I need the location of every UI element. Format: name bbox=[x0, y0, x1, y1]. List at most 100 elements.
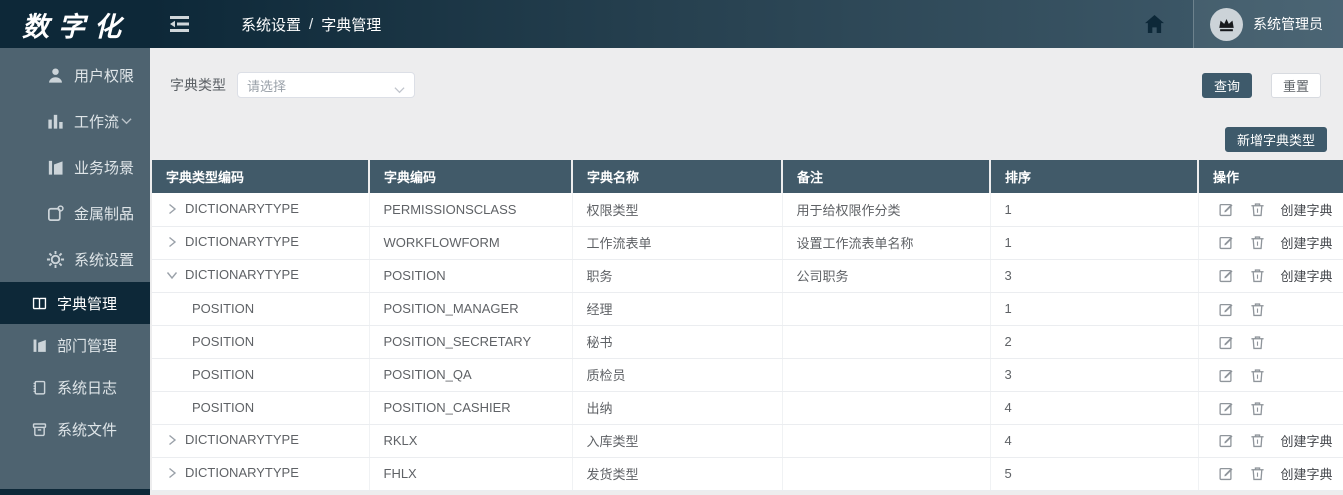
edit-icon[interactable] bbox=[1219, 433, 1234, 448]
cell-dict-name: 权限类型 bbox=[572, 193, 783, 227]
delete-icon[interactable] bbox=[1250, 235, 1265, 250]
breadcrumb-current[interactable]: 字典管理 bbox=[321, 14, 381, 35]
cell-remark bbox=[782, 325, 991, 359]
cell-dict-code: POSITION_QA bbox=[369, 358, 573, 392]
table-row: DICTIONARYTYPE PERMISSIONSCLASS 权限类型 用于给… bbox=[152, 193, 1343, 227]
table-toolbar: 新增字典类型 bbox=[150, 127, 1327, 152]
cell-type-code: POSITION bbox=[152, 391, 370, 425]
col-header-actions: 操作 bbox=[1198, 160, 1343, 193]
create-dict-link[interactable]: 创建字典 bbox=[1281, 269, 1333, 284]
cell-sort: 1 bbox=[990, 193, 1199, 227]
table-header-row: 字典类型编码 字典编码 字典名称 备注 排序 操作 bbox=[152, 160, 1343, 193]
col-header-remark: 备注 bbox=[782, 160, 991, 193]
home-icon[interactable] bbox=[1145, 15, 1164, 33]
edit-icon[interactable] bbox=[1219, 401, 1234, 416]
cell-sort: 3 bbox=[990, 358, 1199, 392]
cell-remark bbox=[782, 457, 991, 491]
cell-sort: 4 bbox=[990, 391, 1199, 425]
breadcrumb-parent[interactable]: 系统设置 bbox=[241, 14, 301, 35]
cell-dict-code: WORKFLOWFORM bbox=[369, 226, 573, 260]
delete-icon[interactable] bbox=[1250, 368, 1265, 383]
create-dict-link[interactable]: 创建字典 bbox=[1281, 236, 1333, 251]
cell-dict-code: PERMISSIONSCLASS bbox=[369, 193, 573, 227]
cell-type-code: DICTIONARYTYPE bbox=[185, 201, 299, 216]
delete-icon[interactable] bbox=[1250, 268, 1265, 283]
expand-arrow-icon[interactable] bbox=[166, 467, 178, 479]
settings-gear-icon bbox=[46, 250, 65, 269]
collapse-arrow-icon[interactable] bbox=[166, 269, 178, 281]
cell-sort: 1 bbox=[990, 226, 1199, 260]
cell-dict-name: 入库类型 bbox=[572, 424, 783, 458]
delete-icon[interactable] bbox=[1250, 302, 1265, 317]
reset-button[interactable]: 重置 bbox=[1270, 72, 1321, 98]
edit-icon[interactable] bbox=[1219, 268, 1234, 283]
collapse-menu-icon[interactable] bbox=[170, 16, 189, 32]
create-dict-link[interactable]: 创建字典 bbox=[1281, 203, 1333, 218]
dict-type-select[interactable]: 请选择 bbox=[237, 72, 415, 98]
chevron-down-icon bbox=[121, 209, 132, 217]
delete-icon[interactable] bbox=[1250, 401, 1265, 416]
sidebar-subitem-system-files[interactable]: 系统文件 bbox=[0, 408, 150, 450]
sidebar-subitem-label: 部门管理 bbox=[57, 337, 118, 355]
user-icon bbox=[46, 66, 65, 85]
expand-arrow-icon[interactable] bbox=[166, 236, 178, 248]
sidebar-item-business-scene[interactable]: 业务场景 bbox=[0, 144, 150, 190]
system-log-icon bbox=[31, 379, 48, 396]
sidebar-item-system-settings[interactable]: 系统设置 bbox=[0, 236, 150, 282]
username: 系统管理员 bbox=[1253, 16, 1323, 32]
create-dict-link[interactable]: 创建字典 bbox=[1281, 467, 1333, 482]
cell-dict-name: 秘书 bbox=[572, 325, 783, 359]
filter-bar: 字典类型 请选择 查询 重置 bbox=[170, 72, 1321, 98]
delete-icon[interactable] bbox=[1250, 433, 1265, 448]
workflow-icon bbox=[46, 112, 65, 131]
delete-icon[interactable] bbox=[1250, 202, 1265, 217]
cell-remark bbox=[782, 292, 991, 326]
chevron-down-icon bbox=[121, 117, 132, 125]
cell-dict-code: POSITION_SECRETARY bbox=[369, 325, 573, 359]
sidebar-subitem-label: 字典管理 bbox=[57, 295, 118, 313]
cell-remark: 公司职务 bbox=[782, 259, 991, 293]
table-row-expanded: DICTIONARYTYPE POSITION 职务 公司职务 3 创建字典 bbox=[152, 259, 1343, 293]
sidebar-bottom-bar bbox=[0, 489, 150, 495]
sidebar-item-metal-products[interactable]: 金属制品 bbox=[0, 190, 150, 236]
cell-remark bbox=[782, 358, 991, 392]
edit-icon[interactable] bbox=[1219, 368, 1234, 383]
add-dict-type-button[interactable]: 新增字典类型 bbox=[1224, 127, 1327, 152]
sidebar-item-label: 工作流 bbox=[74, 113, 120, 131]
table-row-child: POSITION POSITION_CASHIER 出纳 4 bbox=[152, 391, 1343, 425]
breadcrumb-separator: / bbox=[309, 15, 314, 33]
delete-icon[interactable] bbox=[1250, 335, 1265, 350]
table-row: DICTIONARYTYPE FHLX 发货类型 5 创建字典 bbox=[152, 457, 1343, 491]
edit-icon[interactable] bbox=[1219, 466, 1234, 481]
sidebar-item-user-permissions[interactable]: 用户权限 bbox=[0, 52, 150, 98]
sidebar-subitem-department-management[interactable]: 部门管理 bbox=[0, 324, 150, 366]
select-placeholder: 请选择 bbox=[247, 78, 287, 94]
dict-type-label: 字典类型 bbox=[170, 77, 226, 93]
delete-icon[interactable] bbox=[1250, 466, 1265, 481]
user-panel[interactable]: 系统管理员 bbox=[1193, 0, 1343, 48]
cell-dict-code: POSITION_MANAGER bbox=[369, 292, 573, 326]
edit-icon[interactable] bbox=[1219, 235, 1234, 250]
cell-dict-code: RKLX bbox=[369, 424, 573, 458]
search-button[interactable]: 查询 bbox=[1201, 72, 1252, 98]
table-row: DICTIONARYTYPE RKLX 入库类型 4 创建字典 bbox=[152, 424, 1343, 458]
cell-dict-name: 经理 bbox=[572, 292, 783, 326]
chevron-down-icon bbox=[394, 81, 405, 89]
sidebar-subitem-dictionary-management[interactable]: 字典管理 bbox=[0, 282, 150, 324]
chevron-up-icon bbox=[121, 255, 132, 263]
sidebar-item-workflow[interactable]: 工作流 bbox=[0, 98, 150, 144]
col-header-dict-code: 字典编码 bbox=[369, 160, 573, 193]
edit-icon[interactable] bbox=[1219, 302, 1234, 317]
sidebar: 数字化 用户权限 工作流 业务场景 金属制品 系统设置 字典管理 部门管理 系统… bbox=[0, 0, 150, 495]
edit-icon[interactable] bbox=[1219, 335, 1234, 350]
create-dict-link[interactable]: 创建字典 bbox=[1281, 434, 1333, 449]
cell-type-code: POSITION bbox=[152, 358, 370, 392]
sidebar-subitem-system-log[interactable]: 系统日志 bbox=[0, 366, 150, 408]
edit-icon[interactable] bbox=[1219, 202, 1234, 217]
main-area: 系统设置 / 字典管理 系统管理员 字典类型 请选择 查询 重置 新增字典类型 … bbox=[150, 0, 1343, 495]
cell-sort: 4 bbox=[990, 424, 1199, 458]
expand-arrow-icon[interactable] bbox=[166, 434, 178, 446]
app-root: 数字化 用户权限 工作流 业务场景 金属制品 系统设置 字典管理 部门管理 系统… bbox=[0, 0, 1343, 495]
expand-arrow-icon[interactable] bbox=[166, 203, 178, 215]
department-icon bbox=[31, 337, 48, 354]
